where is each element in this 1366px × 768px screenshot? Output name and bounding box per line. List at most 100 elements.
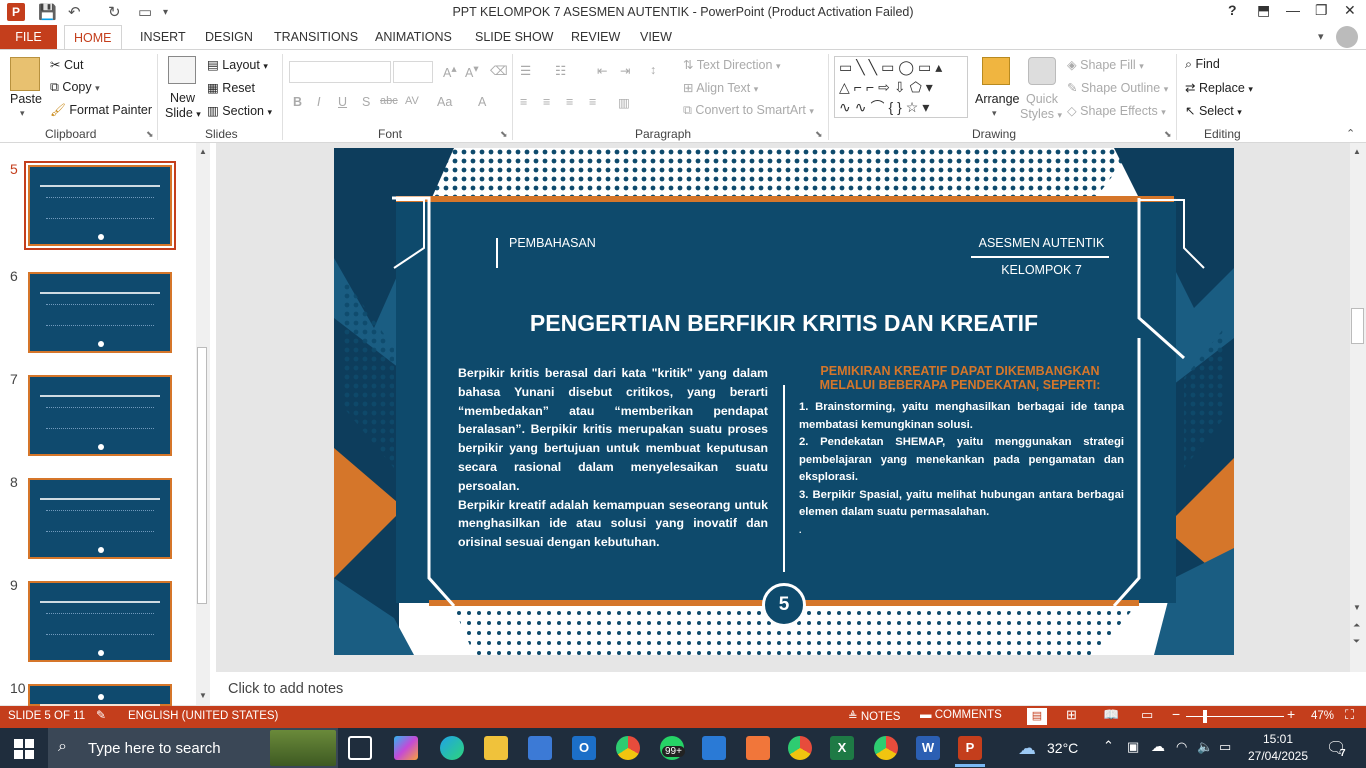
taskbar-search-placeholder[interactable]: Type here to search: [88, 740, 221, 757]
ribbon-display-options-icon[interactable]: ⬒: [1257, 2, 1270, 19]
italic-icon[interactable]: I: [317, 95, 320, 109]
decrease-font-icon[interactable]: A▾: [465, 63, 479, 80]
line-spacing-icon[interactable]: ↕: [650, 63, 656, 77]
quick-styles-icon[interactable]: [1028, 57, 1056, 85]
slide-thumbnail[interactable]: [28, 165, 172, 246]
tab-file[interactable]: FILE: [0, 25, 57, 49]
columns-icon[interactable]: ▥: [618, 95, 630, 110]
text-direction-button[interactable]: ⇅ Text Direction ▾: [683, 57, 780, 72]
zoom-in-icon[interactable]: +: [1287, 706, 1295, 722]
battery-icon[interactable]: ▭: [1219, 739, 1231, 755]
task-view-icon[interactable]: [348, 736, 372, 760]
tab-insert[interactable]: INSERT: [140, 25, 186, 49]
paste-icon[interactable]: [10, 57, 40, 91]
editor-scroll-thumb[interactable]: [1351, 308, 1364, 344]
right-text-box[interactable]: 1. Brainstorming, yaitu menghasilkan ber…: [799, 399, 1124, 539]
bold-icon[interactable]: B: [293, 95, 302, 109]
slide-thumbnail[interactable]: [28, 581, 172, 662]
align-left-icon[interactable]: ≡: [520, 95, 527, 109]
tab-design[interactable]: DESIGN: [205, 25, 253, 49]
font-size-select[interactable]: [393, 61, 433, 83]
help-icon[interactable]: ?: [1228, 2, 1237, 18]
drawing-launcher-icon[interactable]: ⬊: [1164, 129, 1172, 140]
zoom-out-icon[interactable]: −: [1172, 706, 1180, 722]
edge-icon[interactable]: [440, 736, 464, 760]
powerpoint-taskbar-icon[interactable]: P: [958, 736, 982, 760]
change-case-icon[interactable]: Aa: [437, 95, 452, 109]
word-icon[interactable]: W: [916, 736, 940, 760]
close-button[interactable]: ✕: [1344, 2, 1356, 19]
decrease-indent-icon[interactable]: ⇤: [597, 63, 607, 78]
underline-icon[interactable]: U: [338, 95, 347, 109]
cut-button[interactable]: ✂ Cut: [50, 57, 83, 72]
tab-review[interactable]: REVIEW: [571, 25, 620, 49]
file-explorer-icon[interactable]: [484, 736, 508, 760]
slideshow-view-icon[interactable]: ▭: [1141, 707, 1153, 723]
spell-check-icon[interactable]: ✎: [96, 708, 106, 722]
notes-placeholder[interactable]: Click to add notes: [228, 681, 343, 697]
fit-to-window-icon[interactable]: ⛶: [1345, 707, 1354, 723]
zoom-level[interactable]: 47%: [1311, 710, 1334, 722]
microsoft-store-icon[interactable]: [528, 736, 552, 760]
format-painter-button[interactable]: 🖌 Format Painter: [50, 103, 152, 118]
numbering-icon[interactable]: ☷: [555, 63, 566, 78]
reset-button[interactable]: ▦ Reset: [207, 80, 255, 95]
tab-slide-show[interactable]: SLIDE SHOW: [475, 25, 554, 49]
copy-button[interactable]: ⧉ Copy ▾: [50, 80, 100, 95]
temperature[interactable]: 32°C: [1047, 740, 1078, 756]
previous-slide-icon[interactable]: ⏶: [1353, 620, 1360, 631]
next-slide-icon[interactable]: ⏷: [1353, 636, 1360, 647]
collapse-ribbon-icon[interactable]: ⌃: [1346, 127, 1355, 140]
clipboard-launcher-icon[interactable]: ⬊: [146, 129, 154, 140]
arrange-dropdown-icon[interactable]: ▾: [992, 108, 997, 119]
zoom-slider[interactable]: [1186, 716, 1284, 717]
scroll-down-icon[interactable]: ▼: [199, 691, 207, 700]
paragraph-launcher-icon[interactable]: ⬊: [815, 129, 823, 140]
meet-now-icon[interactable]: ▣: [1127, 739, 1139, 755]
quick-styles-button-line2[interactable]: Styles ▾: [1020, 107, 1062, 121]
editor-scroll-down-icon[interactable]: ▼: [1353, 603, 1361, 612]
clock-time[interactable]: 15:01: [1248, 732, 1308, 746]
chrome-profile-b-icon[interactable]: [788, 736, 812, 760]
convert-smartart-button[interactable]: ⧉ Convert to SmartArt ▾: [683, 103, 814, 118]
left-text-box[interactable]: Berpikir kritis berasal dari kata "kriti…: [458, 364, 768, 552]
chrome-icon[interactable]: [616, 736, 640, 760]
shapes-gallery[interactable]: ▭╲╲▭◯▭▴ △⌐⌐⇨⇩⬠▾ ∿∿⌒{}☆▾: [834, 56, 968, 118]
slide-thumbnail[interactable]: [28, 684, 172, 738]
section-button[interactable]: ▥ Section ▾: [207, 103, 272, 118]
zoom-slider-thumb[interactable]: [1203, 710, 1207, 723]
font-family-select[interactable]: [289, 61, 391, 83]
outlook-icon[interactable]: O: [572, 736, 596, 760]
paste-button[interactable]: Paste: [10, 92, 42, 106]
align-right-icon[interactable]: ≡: [566, 95, 573, 109]
font-launcher-icon[interactable]: ⬊: [500, 129, 508, 140]
notes-pane[interactable]: [216, 672, 1366, 705]
shape-outline-button[interactable]: ✎ Shape Outline ▾: [1067, 80, 1168, 95]
thumbnail-scroll-thumb[interactable]: [197, 347, 207, 604]
paste-dropdown-icon[interactable]: ▾: [20, 108, 25, 119]
editor-scrollbar[interactable]: [1350, 143, 1366, 672]
character-spacing-icon[interactable]: AV: [405, 95, 419, 107]
normal-view-icon[interactable]: ▤: [1027, 708, 1047, 725]
clock-date[interactable]: 27/04/2025: [1240, 749, 1316, 763]
onedrive-icon[interactable]: ☁: [1151, 738, 1165, 755]
slide-thumbnail[interactable]: [28, 478, 172, 559]
account-dropdown-icon[interactable]: ▾: [1318, 30, 1324, 43]
shape-fill-button[interactable]: ◈ Shape Fill ▾: [1067, 57, 1144, 72]
tab-view[interactable]: VIEW: [640, 25, 672, 49]
comments-button[interactable]: ▬ COMMENTS: [920, 709, 1002, 721]
wifi-icon[interactable]: ◠: [1176, 739, 1187, 755]
tab-transitions[interactable]: TRANSITIONS: [274, 25, 358, 49]
vscode-icon[interactable]: [702, 736, 726, 760]
slide-canvas[interactable]: PEMBAHASAN ASESMEN AUTENTIK KELOMPOK 7 P…: [334, 148, 1234, 655]
arrange-icon[interactable]: [982, 57, 1010, 85]
select-button[interactable]: ↖ Select ▾: [1185, 103, 1242, 118]
text-shadow-icon[interactable]: S: [362, 95, 370, 109]
increase-font-icon[interactable]: A▴: [443, 63, 457, 80]
editor-scroll-up-icon[interactable]: ▲: [1353, 147, 1361, 156]
find-button[interactable]: ⌕ Find: [1185, 57, 1220, 72]
windows-start-icon[interactable]: [14, 739, 34, 759]
excel-icon[interactable]: X: [830, 736, 854, 760]
bullets-icon[interactable]: ☰: [520, 63, 531, 78]
new-slide-button[interactable]: New: [170, 91, 195, 105]
